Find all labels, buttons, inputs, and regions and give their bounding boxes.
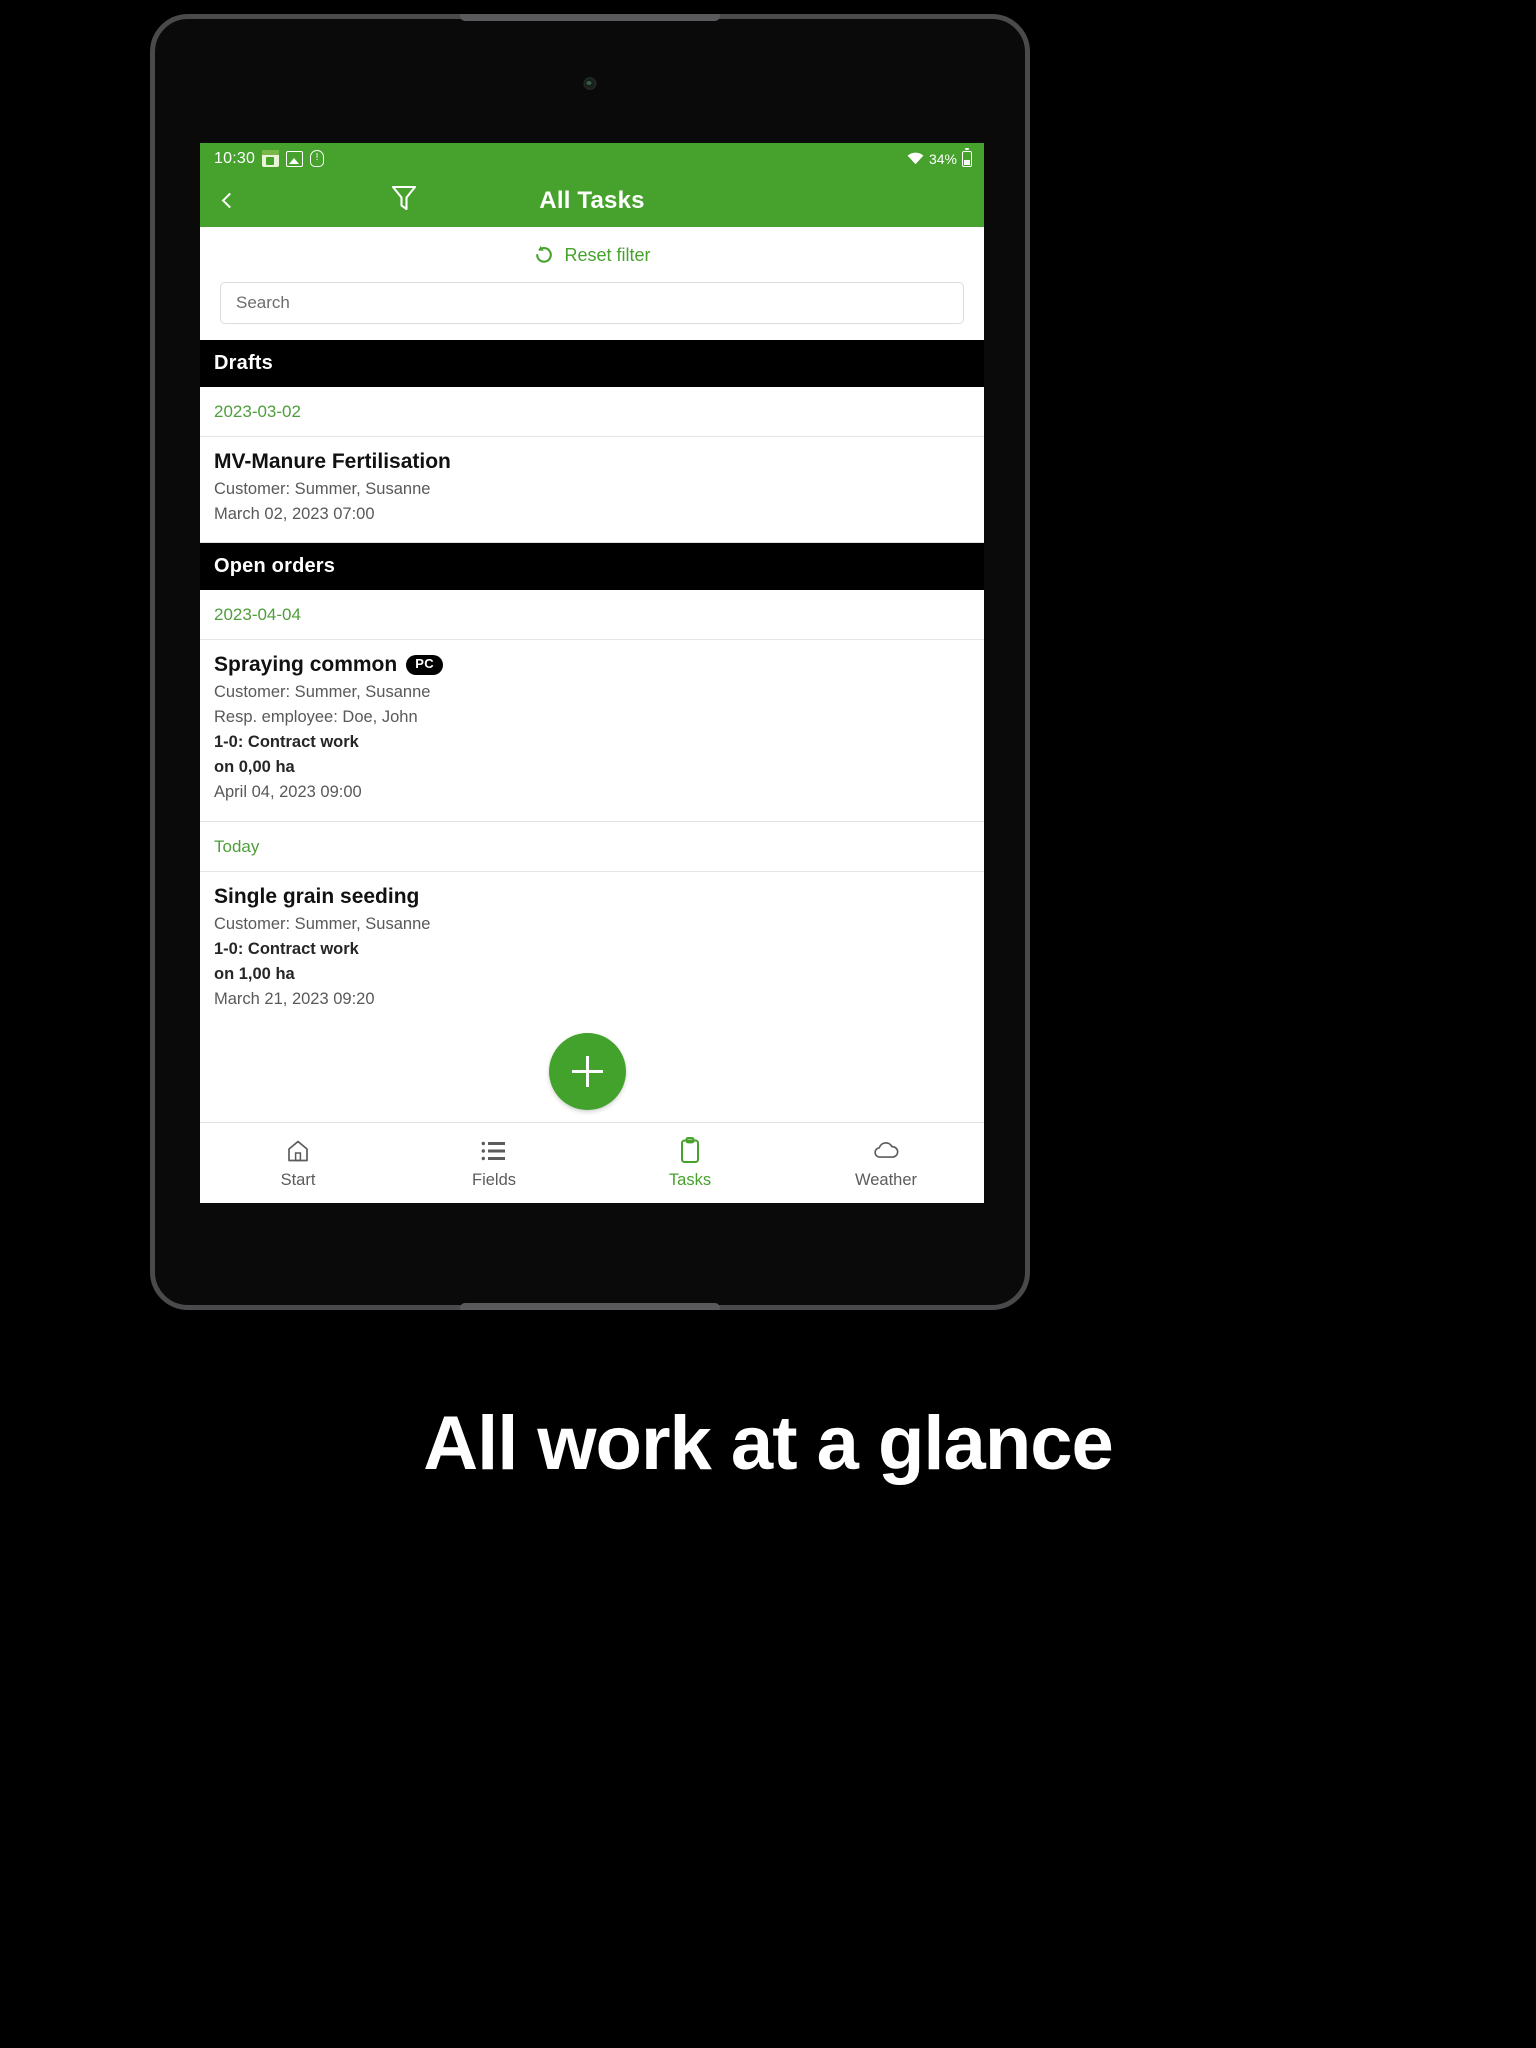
app-notification-icon: [262, 150, 280, 167]
search-wrapper: [200, 282, 984, 324]
device-screen: 10:30 ! 34% All Tasks Reset filter Searc…: [200, 143, 984, 1203]
nav-label-weather: Weather: [854, 1170, 918, 1189]
task-detail-line: Resp. employee: Doe, John: [214, 708, 418, 727]
task-card[interactable]: Spraying common PC Customer: Summer, Sus…: [200, 640, 984, 822]
section-header-drafts: Drafts: [200, 340, 984, 387]
nav-label-tasks: Tasks: [668, 1170, 712, 1189]
promo-caption: All work at a glance: [423, 1401, 1114, 1486]
front-camera-icon: [583, 77, 597, 90]
wifi-icon: [907, 152, 924, 165]
task-detail-line: Customer: Summer, Susanne: [214, 914, 431, 933]
tablet-device-frame: 10:30 ! 34% All Tasks Reset filter Searc…: [150, 14, 1030, 1310]
section-header-open-orders: Open orders: [200, 543, 984, 591]
task-title: Spraying common: [214, 653, 398, 677]
task-title-row: Single grain seeding: [214, 885, 970, 909]
list-icon: [480, 1137, 508, 1165]
task-detail-line: Customer: Summer, Susanne: [214, 480, 431, 498]
battery-icon: [962, 147, 972, 167]
task-detail-line: 1-0: Contract work: [214, 733, 359, 752]
task-detail-line: March 02, 2023 07:00: [214, 505, 375, 524]
task-list[interactable]: Drafts 2023-03-02 MV-Manure Fertilisatio…: [200, 340, 984, 1027]
clipboard-icon: [676, 1137, 704, 1165]
photo-icon: [286, 150, 304, 167]
task-detail-line: March 21, 2023 09:20: [214, 989, 375, 1008]
nav-item-start[interactable]: Start: [200, 1137, 396, 1190]
nav-item-tasks[interactable]: Tasks: [592, 1137, 788, 1190]
battery-percentage: 34%: [928, 150, 957, 167]
home-icon: [284, 1137, 312, 1165]
task-detail-line: on 0,00 ha: [214, 758, 295, 777]
status-bar-right: 34%: [907, 147, 972, 167]
filter-funnel-icon: [391, 184, 417, 217]
frame-antenna-bottom: [460, 1303, 720, 1310]
task-detail-line: Customer: Summer, Susanne: [214, 683, 431, 702]
date-group-header: Today: [200, 821, 984, 872]
chevron-left-icon: [221, 192, 237, 209]
back-button[interactable]: [200, 174, 254, 227]
task-title: Single grain seeding: [214, 884, 420, 908]
status-bar-left: 10:30 !: [214, 149, 325, 168]
reset-filter-button[interactable]: Reset filter: [200, 241, 984, 282]
filter-panel: Reset filter: [200, 227, 984, 340]
nav-item-weather[interactable]: Weather: [788, 1137, 984, 1190]
task-card[interactable]: MV-Manure Fertilisation Customer: Summer…: [200, 437, 984, 544]
app-bar: All Tasks: [200, 174, 984, 227]
date-group-header: 2023-03-02: [200, 387, 984, 437]
bottom-navigation: Start Fields Tasks Weather: [200, 1123, 984, 1203]
reset-filter-label: Reset filter: [564, 244, 651, 265]
date-group-header: 2023-04-04: [200, 590, 984, 641]
add-task-button[interactable]: [549, 1033, 626, 1110]
page-title: All Tasks: [539, 186, 645, 214]
status-badge: PC: [406, 655, 444, 676]
task-card[interactable]: Single grain seeding Customer: Summer, S…: [200, 871, 984, 1027]
task-detail-line: 1-0: Contract work: [214, 939, 359, 958]
cloud-icon: [872, 1137, 900, 1165]
status-bar: 10:30 ! 34%: [200, 143, 984, 174]
task-title: MV-Manure Fertilisation: [214, 450, 451, 473]
filter-button[interactable]: [376, 174, 432, 227]
task-detail-line: on 1,00 ha: [214, 964, 295, 983]
search-input[interactable]: [220, 282, 964, 324]
nav-label-fields: Fields: [471, 1170, 516, 1189]
screenshot-root: 10:30 ! 34% All Tasks Reset filter Searc…: [0, 0, 1536, 2048]
frame-antenna-top: [460, 14, 720, 21]
nav-item-fields[interactable]: Fields: [396, 1137, 592, 1190]
plus-icon-vertical: [585, 1056, 590, 1087]
task-title-row: MV-Manure Fertilisation: [214, 450, 970, 474]
shield-icon: !: [310, 150, 325, 167]
nav-label-start: Start: [280, 1170, 316, 1189]
task-detail-line: April 04, 2023 09:00: [214, 783, 362, 802]
status-clock: 10:30: [214, 149, 256, 167]
task-title-row: Spraying common PC: [214, 653, 970, 677]
reset-rotate-icon: [533, 244, 555, 266]
fab-area: [200, 1027, 984, 1123]
